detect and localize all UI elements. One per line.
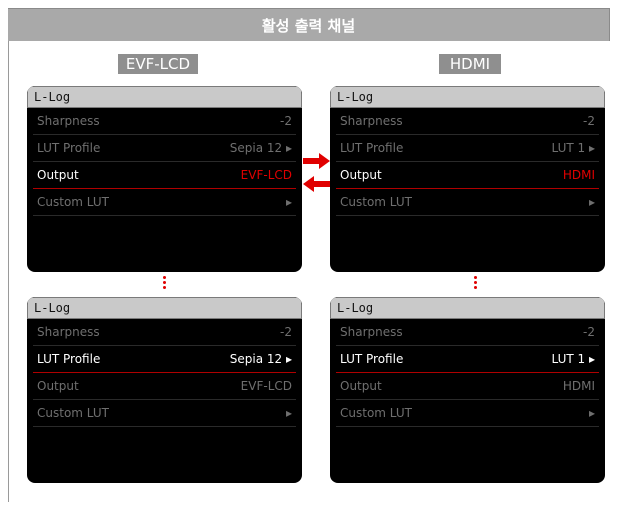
menu-row-sharpness[interactable]: Sharpness -2 [33, 319, 296, 346]
column-label-evf-lcd: EVF-LCD [118, 54, 198, 74]
row-label: Output [37, 168, 79, 182]
row-value: EVF-LCD [240, 379, 292, 393]
row-label: Custom LUT [340, 406, 412, 420]
menu-row-custom-lut[interactable]: Custom LUT ▸ [336, 189, 599, 216]
row-label: Sharpness [340, 325, 403, 339]
row-label: LUT Profile [340, 352, 404, 366]
arrow-right-icon [303, 153, 330, 169]
row-label: Sharpness [37, 325, 100, 339]
ellipsis-vertical-icon [474, 276, 477, 289]
row-label: LUT Profile [340, 141, 404, 155]
menu-row-output[interactable]: Output EVF-LCD [33, 162, 296, 189]
row-value: ▸ [285, 406, 292, 420]
menu-title: L-Log [27, 297, 302, 319]
menu-row-sharpness[interactable]: Sharpness -2 [336, 319, 599, 346]
row-value: LUT 1 ▸ [551, 141, 596, 155]
row-label: Sharpness [37, 114, 100, 128]
camera-screen-top-left: L-Log Sharpness -2 LUT Profile Sepia 12 … [27, 86, 302, 272]
row-label: Output [340, 379, 382, 393]
row-value: -2 [583, 325, 595, 339]
row-label: Output [340, 168, 382, 182]
menu-row-custom-lut[interactable]: Custom LUT ▸ [33, 400, 296, 427]
menu-row-lut-profile[interactable]: LUT Profile LUT 1 ▸ [336, 135, 599, 162]
row-value: -2 [280, 325, 292, 339]
row-value: -2 [583, 114, 595, 128]
row-label: LUT Profile [37, 141, 101, 155]
menu-row-sharpness[interactable]: Sharpness -2 [33, 108, 296, 135]
menu-row-output[interactable]: Output HDMI [336, 162, 599, 189]
row-value: EVF-LCD [240, 168, 292, 182]
row-value: ▸ [588, 406, 595, 420]
menu-row-output[interactable]: Output HDMI [336, 373, 599, 400]
menu-row-sharpness[interactable]: Sharpness -2 [336, 108, 599, 135]
column-label-hdmi: HDMI [439, 54, 501, 74]
row-value: ▸ [588, 195, 595, 209]
row-label: Custom LUT [37, 406, 109, 420]
page-title: 활성 출력 채널 [8, 8, 610, 41]
row-value: LUT 1 ▸ [551, 352, 596, 366]
row-value: Sepia 12 ▸ [229, 352, 292, 366]
camera-screen-bottom-left: L-Log Sharpness -2 LUT Profile Sepia 12 … [27, 297, 302, 483]
row-value: HDMI [562, 168, 595, 182]
menu-row-custom-lut[interactable]: Custom LUT ▸ [33, 189, 296, 216]
row-value: ▸ [285, 195, 292, 209]
arrow-left-icon [303, 176, 330, 192]
menu-row-lut-profile[interactable]: LUT Profile Sepia 12 ▸ [33, 135, 296, 162]
menu-title: L-Log [27, 86, 302, 108]
menu-title: L-Log [330, 86, 605, 108]
menu-row-lut-profile[interactable]: LUT Profile LUT 1 ▸ [336, 346, 599, 373]
camera-screen-bottom-right: L-Log Sharpness -2 LUT Profile LUT 1 ▸ O… [330, 297, 605, 483]
row-label: Sharpness [340, 114, 403, 128]
row-label: LUT Profile [37, 352, 101, 366]
camera-screen-top-right: L-Log Sharpness -2 LUT Profile LUT 1 ▸ O… [330, 86, 605, 272]
row-value: HDMI [562, 379, 595, 393]
menu-row-lut-profile[interactable]: LUT Profile Sepia 12 ▸ [33, 346, 296, 373]
row-label: Custom LUT [37, 195, 109, 209]
row-label: Output [37, 379, 79, 393]
menu-title: L-Log [330, 297, 605, 319]
row-label: Custom LUT [340, 195, 412, 209]
row-value: -2 [280, 114, 292, 128]
menu-row-custom-lut[interactable]: Custom LUT ▸ [336, 400, 599, 427]
row-value: Sepia 12 ▸ [229, 141, 292, 155]
ellipsis-vertical-icon [163, 276, 166, 289]
menu-row-output[interactable]: Output EVF-LCD [33, 373, 296, 400]
